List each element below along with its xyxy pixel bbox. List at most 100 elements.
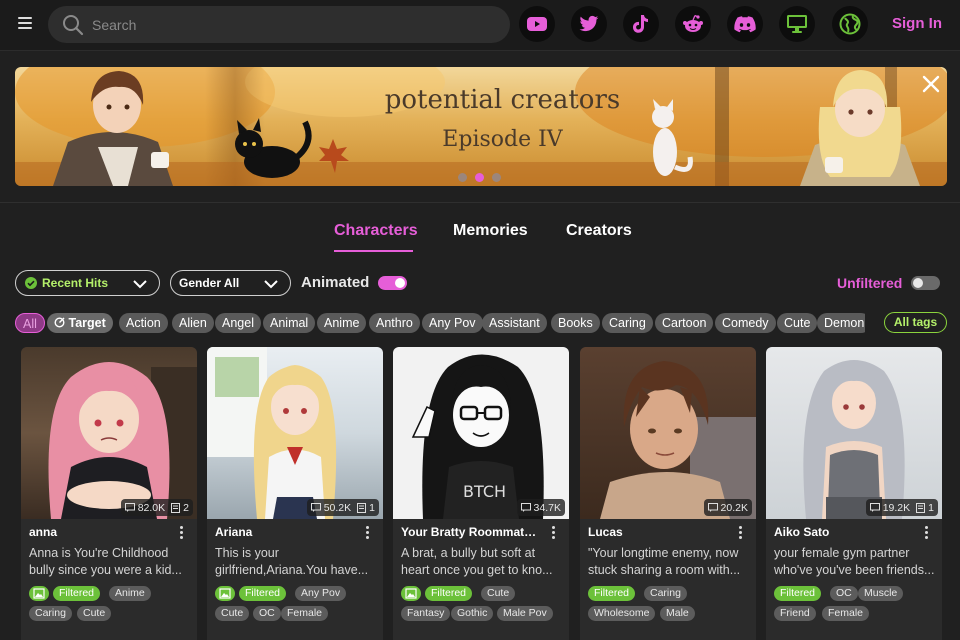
tag-chip[interactable]: Action	[119, 313, 168, 333]
tag-chip[interactable]: Caring	[602, 313, 653, 333]
tiktok-icon[interactable]	[623, 6, 659, 42]
card-tag[interactable]: Muscle	[858, 586, 904, 601]
more-options-icon[interactable]	[735, 525, 747, 541]
image-icon	[401, 586, 421, 601]
tag-chip-all[interactable]: All	[15, 313, 45, 333]
more-options-icon[interactable]	[921, 525, 933, 541]
character-image	[207, 347, 383, 519]
chat-icon	[124, 503, 135, 512]
reddit-icon[interactable]	[675, 6, 711, 42]
chat-count: 20.2K	[720, 501, 748, 514]
tag-chip[interactable]: Assistant	[482, 313, 547, 333]
discord-icon[interactable]	[727, 6, 763, 42]
card-tag[interactable]: Cute	[215, 606, 250, 621]
desktop-icon[interactable]	[779, 6, 815, 42]
card-tag[interactable]: Gothic	[451, 606, 494, 621]
card-tag[interactable]: Caring	[29, 606, 72, 621]
card-tag[interactable]: Filtered	[588, 586, 636, 601]
more-options-icon[interactable]	[176, 525, 188, 541]
all-tags-button[interactable]: All tags	[884, 312, 947, 333]
menu-icon[interactable]	[18, 16, 34, 30]
tag-chip[interactable]: Animal	[263, 313, 316, 333]
promo-banner[interactable]: potential creators Episode IV	[15, 67, 947, 186]
memory-count: 2	[183, 501, 189, 514]
card-tag[interactable]: Anime	[109, 586, 151, 601]
character-image	[21, 347, 197, 519]
chat-icon	[869, 503, 880, 512]
card-tag[interactable]: OC	[253, 606, 281, 621]
search-bar[interactable]	[48, 6, 510, 43]
tag-chip[interactable]: Angel	[215, 313, 261, 333]
card-tag[interactable]: Male Pov	[497, 606, 553, 621]
card-tag[interactable]: Friend	[774, 606, 816, 621]
card-tag[interactable]: Any Pov	[295, 586, 347, 601]
image-icon	[215, 586, 235, 601]
card-stats: 19.2K 1	[865, 499, 938, 516]
tag-chip[interactable]: Anthro	[369, 313, 420, 333]
tab-memories[interactable]: Memories	[453, 222, 528, 240]
sort-dropdown[interactable]: Recent Hits	[15, 270, 160, 296]
tag-chip[interactable]: Books	[551, 313, 600, 333]
tag-chip[interactable]: Comedy	[715, 313, 776, 333]
globe-icon[interactable]	[832, 6, 868, 42]
card-stats: 82.0K 2	[120, 499, 193, 516]
banner-black-cat	[235, 118, 312, 178]
close-icon[interactable]	[920, 73, 942, 95]
tab-characters[interactable]: Characters	[334, 222, 418, 240]
tab-creators[interactable]: Creators	[566, 222, 632, 240]
chat-count: 19.2K	[882, 501, 911, 514]
tag-chip[interactable]: Anime	[317, 313, 367, 333]
card-tag[interactable]: Filtered	[425, 586, 473, 601]
banner-title: potential creators	[384, 85, 621, 115]
card-tag[interactable]: Caring	[644, 586, 687, 601]
carousel-dot[interactable]	[492, 173, 501, 182]
character-card[interactable]: 20.2K Lucas "Your longtime enemy, now stu…	[580, 347, 756, 640]
character-card[interactable]: BTCH 34.7K Your Bratty Roommate (... A b…	[393, 347, 569, 640]
character-name: Ariana	[215, 525, 253, 539]
card-tag[interactable]: Cute	[481, 586, 516, 601]
tag-filter-row: All Target Action Alien Angel Animal Ani…	[15, 313, 865, 333]
tag-chip[interactable]: Alien	[172, 313, 214, 333]
card-tag[interactable]: Fantasy	[401, 606, 451, 621]
carousel-dot-active[interactable]	[475, 173, 484, 182]
tag-chip[interactable]: Cute	[777, 313, 818, 333]
sign-in-link[interactable]: Sign In	[892, 15, 942, 32]
more-options-icon[interactable]	[548, 525, 560, 541]
banner-white-cat	[652, 99, 693, 176]
tag-chip-target[interactable]: Target	[47, 313, 113, 333]
youtube-icon[interactable]	[519, 6, 555, 42]
twitter-icon[interactable]	[571, 6, 607, 42]
tag-chip[interactable]: Cartoon	[655, 313, 714, 333]
card-tag[interactable]: Wholesome	[588, 606, 656, 621]
carousel-dot[interactable]	[458, 173, 467, 182]
character-card[interactable]: 82.0K 2 anna Anna is You're Childhood bul…	[21, 347, 197, 640]
card-tag[interactable]: OC	[830, 586, 858, 601]
character-card[interactable]: 19.2K 1 Aiko Sato your female gym partne…	[766, 347, 942, 640]
card-tag[interactable]: Male	[660, 606, 695, 621]
search-input[interactable]	[92, 6, 492, 43]
card-tag[interactable]: Cute	[77, 606, 112, 621]
card-stats: 50.2K 1	[306, 499, 379, 516]
animated-toggle[interactable]	[378, 276, 407, 290]
banner-subtitle: Episode IV	[442, 127, 563, 152]
memory-icon	[171, 502, 181, 513]
gender-dropdown[interactable]: Gender All	[170, 270, 291, 296]
memory-icon	[916, 502, 926, 513]
top-bar: Sign In	[0, 0, 960, 51]
banner-character-girl	[800, 70, 920, 186]
check-circle-icon	[25, 277, 37, 289]
tag-chip[interactable]: Demon	[817, 313, 865, 333]
carousel-dots	[458, 173, 501, 182]
card-tag[interactable]: Female	[281, 606, 329, 621]
more-options-icon[interactable]	[362, 525, 374, 541]
svg-text:BTCH: BTCH	[463, 482, 506, 501]
card-tag[interactable]: Filtered	[53, 586, 101, 601]
card-tag[interactable]: Female	[822, 606, 870, 621]
character-card[interactable]: 50.2K 1 Ariana This is your girlfriend,Ar…	[207, 347, 383, 640]
animated-label: Animated	[301, 274, 370, 291]
unfiltered-toggle[interactable]	[911, 276, 940, 290]
card-tag[interactable]: Filtered	[239, 586, 287, 601]
tag-chip[interactable]: Any Pov	[422, 313, 483, 333]
card-tag[interactable]: Filtered	[774, 586, 822, 601]
chevron-down-icon	[264, 280, 278, 289]
